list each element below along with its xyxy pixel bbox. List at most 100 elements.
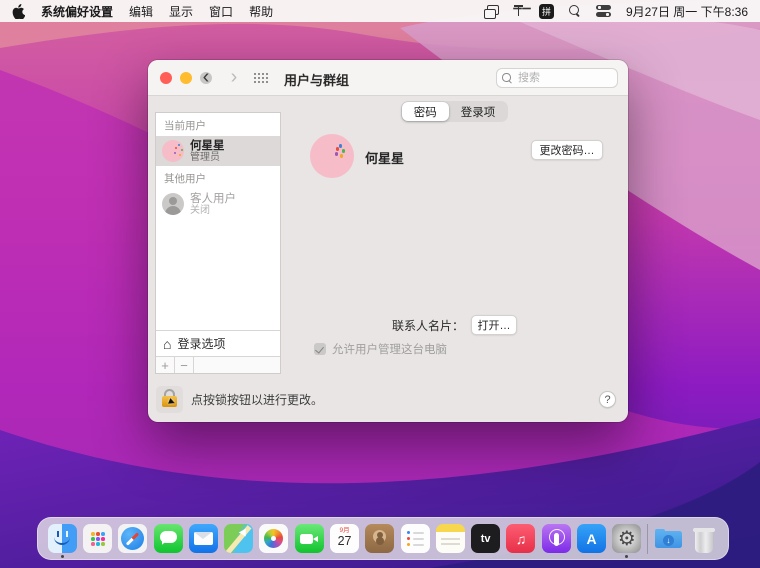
dock-system-preferences-icon[interactable] xyxy=(612,518,642,560)
launchpad-icon xyxy=(83,524,113,553)
current-user-texts: 何星星 管理员 xyxy=(190,140,225,163)
menu-item-view[interactable]: 显示 xyxy=(169,3,193,20)
app-store-label: A xyxy=(586,530,597,547)
help-button[interactable]: ? xyxy=(599,391,616,408)
user-list: 当前用户 何星星 管理员 其他用户 客人用户 关闭 ⌂ 登录选项 + − xyxy=(155,112,281,374)
contact-card-row: 联系人名片： 打开… xyxy=(281,315,628,335)
maps-icon xyxy=(224,524,254,553)
desktop: 系统偏好设置 编辑 显示 窗口 帮助 拼 9月27日 周一 下午8:36 ‹ › xyxy=(0,0,760,568)
back-button[interactable]: ‹ xyxy=(196,64,216,90)
show-all-preferences-icon[interactable] xyxy=(254,73,256,75)
login-options-label: 登录选项 xyxy=(177,337,226,351)
menu-item-help[interactable]: 帮助 xyxy=(249,3,273,20)
password-pane: 何星星 更改密码… 联系人名片： 打开… 允许用户管理这台电脑 xyxy=(281,112,628,374)
dock-messages-icon[interactable] xyxy=(153,518,183,560)
apple-logo-icon xyxy=(12,3,25,19)
mail-icon xyxy=(188,524,218,553)
guest-user-avatar-icon xyxy=(162,193,184,215)
dock-mail-icon[interactable] xyxy=(188,518,218,560)
dock-podcasts-icon[interactable] xyxy=(541,518,571,560)
menu-bar-left: 系统偏好设置 编辑 显示 窗口 帮助 xyxy=(12,3,273,20)
facetime-icon xyxy=(294,524,324,553)
dock-tv-icon[interactable]: tv xyxy=(471,518,501,560)
open-contact-card-button[interactable]: 打开… xyxy=(471,315,517,335)
dock-trash-icon[interactable] xyxy=(689,518,719,560)
dock-notes-icon[interactable] xyxy=(435,518,465,560)
spotlight-icon[interactable] xyxy=(568,5,581,17)
pinyin-input-icon[interactable]: 拼 xyxy=(538,3,554,19)
dock-maps-icon[interactable] xyxy=(224,518,254,560)
users-groups-window: ‹ › 用户与群组 密码 登录项 当前用户 何星星 管理员 xyxy=(148,60,628,422)
dock-appstore-icon[interactable]: A xyxy=(577,518,607,560)
dock-calendar-icon[interactable]: 9月 27 xyxy=(330,518,360,560)
add-user-button[interactable]: + xyxy=(156,357,175,373)
section-header-current-user: 当前用户 xyxy=(164,120,206,132)
dock: 9月 27 tv A ↓ xyxy=(37,517,729,560)
forward-button-disabled: › xyxy=(230,66,238,88)
search-icon xyxy=(502,73,512,83)
admin-checkbox[interactable] xyxy=(314,343,326,355)
calendar-icon: 9月 27 xyxy=(330,524,360,553)
login-options-row[interactable]: ⌂ 登录选项 xyxy=(156,330,280,356)
user-avatar-large[interactable] xyxy=(310,134,354,178)
antenna-icon[interactable] xyxy=(513,5,524,17)
change-password-button[interactable]: 更改密码… xyxy=(531,140,603,160)
admin-checkbox-row: 允许用户管理这台电脑 xyxy=(314,341,447,357)
search-input[interactable] xyxy=(496,68,618,88)
user-row-current[interactable]: 何星星 管理员 xyxy=(156,136,280,166)
dock-finder-icon[interactable] xyxy=(47,518,77,560)
finder-icon xyxy=(47,524,77,553)
guest-user-texts: 客人用户 关闭 xyxy=(190,193,236,216)
dock-downloads-icon[interactable]: ↓ xyxy=(653,518,683,560)
dock-safari-icon[interactable] xyxy=(118,518,148,560)
current-user-avatar-icon xyxy=(162,140,184,162)
contacts-icon xyxy=(365,524,395,553)
dock-reminders-icon[interactable] xyxy=(400,518,430,560)
menu-bar: 系统偏好设置 编辑 显示 窗口 帮助 拼 9月27日 周一 下午8:36 xyxy=(0,0,760,22)
minimize-button[interactable] xyxy=(180,72,192,84)
menu-clock[interactable]: 9月27日 周一 下午8:36 xyxy=(626,3,748,20)
admin-checkbox-label: 允许用户管理这台电脑 xyxy=(332,344,447,356)
lock-button[interactable] xyxy=(156,386,183,413)
trash-body xyxy=(692,528,715,553)
app-store-icon: A xyxy=(577,524,606,553)
close-button[interactable] xyxy=(160,72,172,84)
reminders-icon xyxy=(400,524,430,553)
guest-user-status: 关闭 xyxy=(190,204,210,216)
remove-user-button[interactable]: − xyxy=(175,357,194,373)
control-center-icon[interactable] xyxy=(595,5,611,17)
main-user-name: 何星星 xyxy=(365,151,405,166)
section-header-other-users: 其他用户 xyxy=(164,173,206,185)
menu-item-window[interactable]: 窗口 xyxy=(209,3,233,20)
current-user-role: 管理员 xyxy=(190,151,220,163)
window-titlebar[interactable]: ‹ › 用户与群组 xyxy=(148,60,628,96)
notes-icon xyxy=(435,524,465,553)
add-remove-bar: + − xyxy=(156,356,280,373)
podcasts-icon xyxy=(541,524,571,553)
home-icon: ⌂ xyxy=(163,335,172,352)
menu-app-name[interactable]: 系统偏好设置 xyxy=(41,3,113,20)
safari-icon xyxy=(118,524,148,553)
screen-mirroring-icon[interactable] xyxy=(483,5,500,19)
dock-photos-icon[interactable] xyxy=(259,518,289,560)
user-row-guest[interactable]: 客人用户 关闭 xyxy=(156,189,280,219)
dock-facetime-icon[interactable] xyxy=(294,518,324,560)
dock-music-icon[interactable] xyxy=(506,518,536,560)
apple-tv-icon: tv xyxy=(471,524,501,553)
tv-label: tv xyxy=(480,532,491,545)
dock-contacts-icon[interactable] xyxy=(365,518,395,560)
menu-bar-right: 拼 9月27日 周一 下午8:36 xyxy=(483,3,748,20)
system-preferences-icon xyxy=(612,524,642,553)
window-title: 用户与群组 xyxy=(284,73,350,88)
trash-icon xyxy=(689,524,718,553)
apple-menu[interactable] xyxy=(12,3,25,19)
guest-user-name: 客人用户 xyxy=(190,192,236,205)
dock-separator xyxy=(647,523,649,554)
menu-item-edit[interactable]: 编辑 xyxy=(129,3,153,20)
window-footer: 点按锁按钮以进行更改。 ? xyxy=(156,386,616,413)
dock-launchpad-icon[interactable] xyxy=(83,518,113,560)
downloads-folder-icon: ↓ xyxy=(654,524,683,553)
download-arrow-icon: ↓ xyxy=(662,535,674,546)
search-field[interactable] xyxy=(496,68,618,88)
